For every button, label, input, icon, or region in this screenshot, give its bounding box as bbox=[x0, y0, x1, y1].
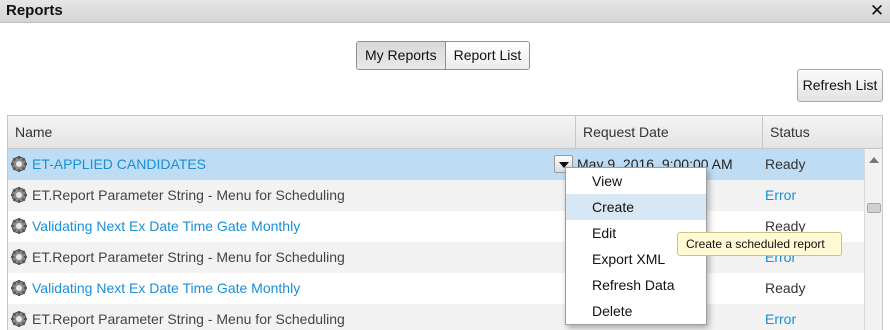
grid-header: Name Request Date Status bbox=[8, 116, 882, 149]
status-error-link[interactable]: Error bbox=[765, 180, 796, 211]
gear-icon bbox=[11, 156, 27, 172]
gear-icon bbox=[11, 280, 27, 296]
refresh-list-button[interactable]: Refresh List bbox=[797, 69, 883, 102]
view-toggle: My Reports Report List bbox=[356, 41, 531, 70]
report-name-link[interactable]: Validating Next Ex Date Time Gate Monthl… bbox=[32, 211, 300, 242]
window-title: Reports bbox=[6, 2, 63, 19]
table-row[interactable]: Validating Next Ex Date Time Gate Monthl… bbox=[8, 273, 864, 304]
tab-report-list[interactable]: Report List bbox=[445, 42, 530, 69]
reports-grid: Name Request Date Status ET-APPLIED CAND… bbox=[7, 115, 883, 330]
menu-item-delete[interactable]: Delete bbox=[566, 298, 706, 324]
tab-my-reports[interactable]: My Reports bbox=[357, 42, 446, 69]
gear-icon bbox=[11, 311, 27, 327]
menu-item-refresh-data[interactable]: Refresh Data bbox=[566, 272, 706, 298]
status-ready: Ready bbox=[765, 156, 806, 172]
column-header-status[interactable]: Status bbox=[763, 116, 882, 148]
tooltip: Create a scheduled report bbox=[677, 232, 842, 256]
column-header-request-date[interactable]: Request Date bbox=[576, 116, 763, 148]
status-ready: Ready bbox=[765, 280, 806, 296]
gear-icon bbox=[11, 187, 27, 203]
report-name-link[interactable]: ET-APPLIED CANDIDATES bbox=[32, 149, 206, 180]
column-header-name[interactable]: Name bbox=[8, 116, 576, 148]
menu-item-view[interactable]: View bbox=[566, 168, 706, 194]
menu-item-create[interactable]: Create bbox=[566, 194, 706, 220]
title-bar: Reports ✕ bbox=[0, 0, 890, 23]
status-error-link[interactable]: Error bbox=[765, 304, 796, 330]
gear-icon bbox=[11, 249, 27, 265]
table-row[interactable]: ET.Report Parameter String - Menu for Sc… bbox=[8, 304, 864, 330]
report-name: ET.Report Parameter String - Menu for Sc… bbox=[32, 311, 345, 327]
report-name: ET.Report Parameter String - Menu for Sc… bbox=[32, 249, 345, 265]
report-name: ET.Report Parameter String - Menu for Sc… bbox=[32, 187, 345, 203]
gear-icon bbox=[11, 218, 27, 234]
scroll-up-icon[interactable] bbox=[868, 154, 880, 166]
vertical-scrollbar[interactable] bbox=[864, 149, 882, 330]
scrollbar-thumb[interactable] bbox=[867, 203, 881, 213]
table-row[interactable]: ET.Report Parameter String - Menu for Sc… bbox=[8, 180, 864, 211]
table-row[interactable]: ET-APPLIED CANDIDATES May 9, 2016, 9:00:… bbox=[8, 149, 864, 180]
close-icon[interactable]: ✕ bbox=[868, 1, 886, 21]
report-name-link[interactable]: Validating Next Ex Date Time Gate Monthl… bbox=[32, 273, 300, 304]
